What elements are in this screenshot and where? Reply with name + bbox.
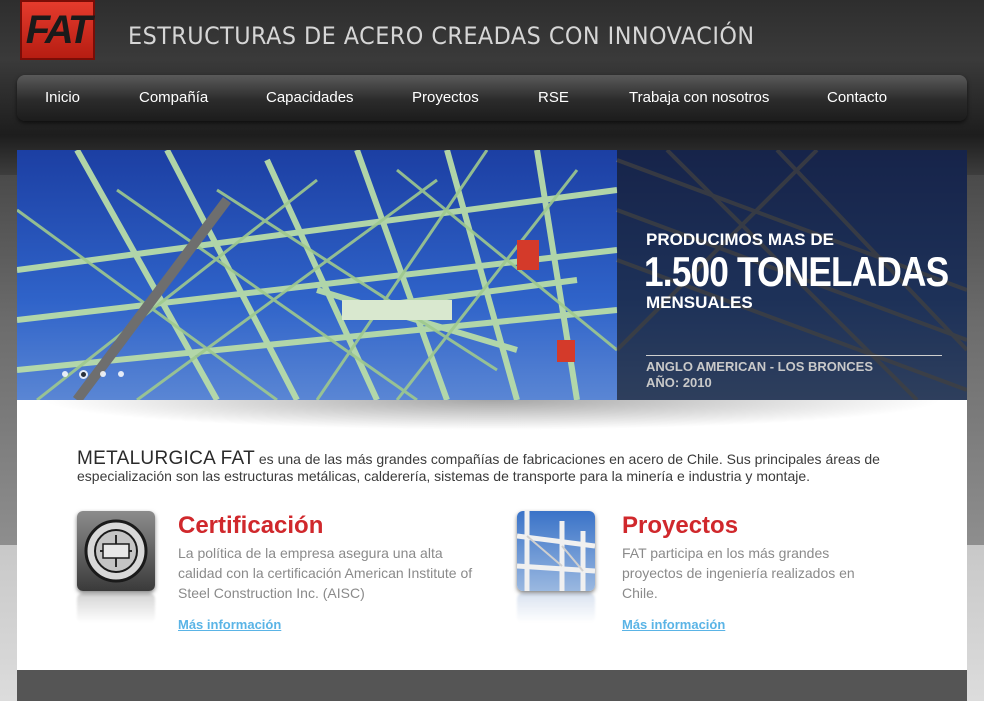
main-nav: Inicio Compañía Capacidades Proyectos RS… [17,75,967,121]
certificacion-text: La política de la empresa asegura una al… [178,545,473,601]
aisc-icon-reflection [77,593,155,623]
nav-item-trabaja[interactable]: Trabaja con nosotros [629,89,769,106]
proyectos-title[interactable]: Proyectos [622,512,738,540]
main-content [17,400,967,670]
intro-brand: METALURGICA FAT [77,448,255,469]
nav-item-inicio[interactable]: Inicio [45,89,80,106]
certificacion-title[interactable]: Certificación [178,512,323,540]
slider-dot-2[interactable] [79,370,88,379]
slider-dot-3[interactable] [100,371,106,377]
steel-structure-icon[interactable] [517,511,595,591]
logo-text: FAT [25,7,93,52]
hero-caption-top: PRODUCIMOS MAS DE [646,230,834,249]
caption-divider [646,355,942,356]
proyectos-text: FAT participa en los más grandes proyect… [622,545,855,601]
nav-item-compania[interactable]: Compañía [139,89,208,106]
structure-photo-graphic [517,511,595,591]
footer-bar [17,670,967,701]
fat-logo[interactable]: FAT [20,0,95,60]
nav-item-proyectos[interactable]: Proyectos [412,89,479,106]
intro-paragraph: METALURGICA FAT es una de las más grande… [77,448,937,485]
slider-dot-1[interactable] [62,371,68,377]
certificacion-more-link[interactable]: Más información [178,617,281,632]
hero-caption-headline: 1.500 TONELADAS [644,248,949,295]
hero-project-name: ANGLO AMERICAN - LOS BRONCES [646,359,874,374]
aisc-seal-icon[interactable] [77,511,155,591]
nav-item-contacto[interactable]: Contacto [827,89,887,106]
slider-shadow [40,400,945,430]
proyectos-icon-reflection [517,593,595,623]
nav-item-capacidades[interactable]: Capacidades [266,89,354,106]
hero-caption-bottom: MENSUALES [646,293,753,312]
nav-item-rse[interactable]: RSE [538,89,569,106]
proyectos-more-link[interactable]: Más información [622,617,725,632]
aisc-seal-graphic [84,519,148,583]
hero-project-year: AÑO: 2010 [646,375,712,390]
slider-dot-4[interactable] [118,371,124,377]
site-tagline: ESTRUCTURAS DE ACERO CREADAS CON INNOVAC… [128,22,755,50]
